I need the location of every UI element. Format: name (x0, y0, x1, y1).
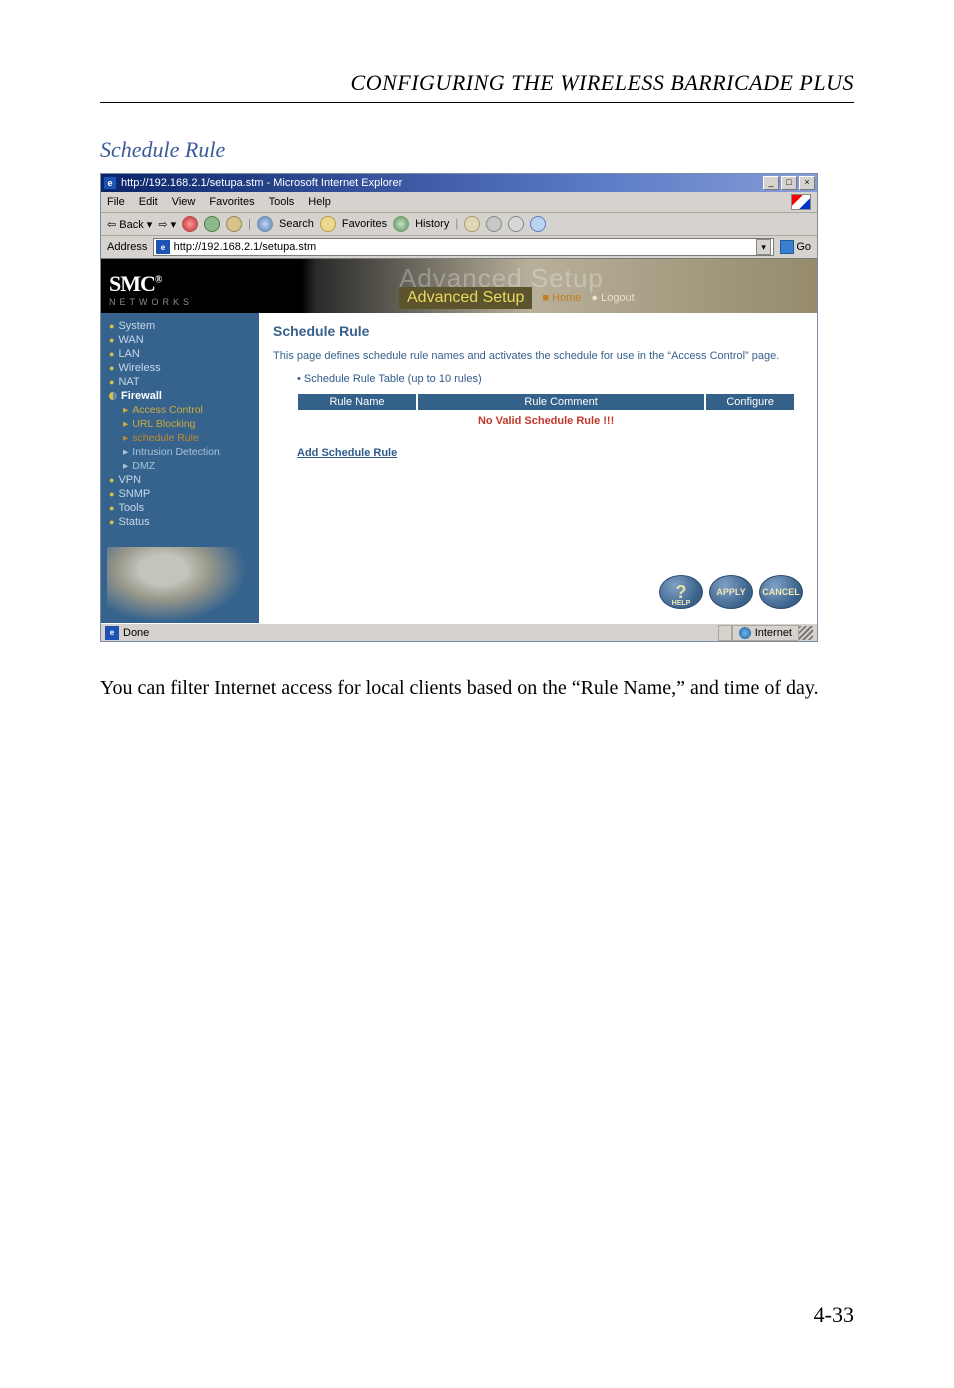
go-icon (780, 240, 794, 254)
windows-flag-icon (791, 194, 811, 210)
window-titlebar: e http://192.168.2.1/setupa.stm - Micros… (101, 174, 817, 192)
address-input[interactable] (174, 241, 756, 253)
page-number: 4-33 (814, 1302, 854, 1328)
word-icon[interactable] (530, 216, 546, 232)
sidebar-item-lan[interactable]: ●LAN (101, 347, 259, 361)
sidebar-item-tools[interactable]: ●Tools (101, 501, 259, 515)
logout-bullet-icon: ● (591, 292, 598, 304)
back-button[interactable]: ⇦ Back ▾ (107, 218, 152, 231)
document-header: CONFIGURING THE WIRELESS BARRICADE PLUS (100, 70, 854, 96)
home-link[interactable]: ■ Home (542, 292, 581, 304)
stop-icon[interactable] (182, 216, 198, 232)
address-bar: Address e ▾ Go (101, 236, 817, 259)
table-caption: • Schedule Rule Table (up to 10 rules) (297, 373, 803, 385)
menu-view[interactable]: View (172, 196, 196, 208)
done-icon: e (105, 626, 119, 640)
edit-icon[interactable] (508, 216, 524, 232)
print-icon[interactable] (486, 216, 502, 232)
history-label[interactable]: History (415, 218, 449, 230)
sidebar-item-access-control[interactable]: ▸Access Control (101, 403, 259, 417)
cancel-button[interactable]: CANCEL (759, 575, 803, 609)
apply-button[interactable]: APPLY (709, 575, 753, 609)
maximize-button[interactable]: □ (781, 176, 797, 190)
col-configure: Configure (705, 393, 795, 411)
col-rule-name: Rule Name (297, 393, 417, 411)
sidebar-item-dmz[interactable]: ▸DMZ (101, 459, 259, 473)
menu-tools[interactable]: Tools (269, 196, 295, 208)
menu-edit[interactable]: Edit (139, 196, 158, 208)
page-description: This page defines schedule rule names an… (273, 349, 803, 363)
sidebar: ●System ●WAN ●LAN ●Wireless ●NAT Firewal… (101, 313, 259, 623)
close-button[interactable]: × (799, 176, 815, 190)
refresh-icon[interactable] (204, 216, 220, 232)
sidebar-item-vpn[interactable]: ●VPN (101, 473, 259, 487)
menu-help[interactable]: Help (308, 196, 331, 208)
mail-icon[interactable] (464, 216, 480, 232)
page-banner: SMC® Networks Advanced Setup Advanced Se… (101, 259, 817, 313)
sidebar-item-url-blocking[interactable]: ▸URL Blocking (101, 417, 259, 431)
sidebar-item-wan[interactable]: ●WAN (101, 333, 259, 347)
sidebar-item-system[interactable]: ●System (101, 319, 259, 333)
status-done: Done (123, 627, 149, 639)
globe-icon (739, 627, 751, 639)
status-bar: e Done Internet (101, 623, 817, 641)
favorites-icon[interactable] (320, 216, 336, 232)
main-content: Schedule Rule This page defines schedule… (259, 313, 817, 623)
ie-page-icon: e (156, 240, 169, 254)
menu-file[interactable]: File (107, 196, 125, 208)
home-bullet-icon: ■ (542, 292, 549, 304)
sidebar-person-image (107, 547, 247, 623)
sidebar-item-snmp[interactable]: ●SNMP (101, 487, 259, 501)
help-button[interactable]: ? HELP (659, 575, 703, 609)
resize-grip-icon[interactable] (799, 626, 813, 640)
rule-table-header: Rule Name Rule Comment Configure (297, 393, 795, 411)
history-icon[interactable] (393, 216, 409, 232)
section-subheading: Schedule Rule (100, 137, 854, 163)
status-zone: Internet (732, 625, 799, 641)
half-bullet-icon (109, 392, 117, 400)
add-schedule-rule-link[interactable]: Add Schedule Rule (297, 447, 397, 459)
sidebar-item-intrusion[interactable]: ▸Intrusion Detection (101, 445, 259, 459)
sidebar-item-firewall[interactable]: Firewall (101, 389, 259, 403)
status-empty-pane (718, 625, 732, 641)
home-icon[interactable] (226, 216, 242, 232)
col-rule-comment: Rule Comment (417, 393, 705, 411)
favorites-label[interactable]: Favorites (342, 218, 387, 230)
networks-label: Networks (109, 297, 251, 307)
header-rule (100, 102, 854, 103)
go-button[interactable]: Go (780, 240, 811, 254)
menu-favorites[interactable]: Favorites (209, 196, 254, 208)
forward-button[interactable]: ⇨ ▾ (158, 218, 176, 231)
search-icon[interactable] (257, 216, 273, 232)
minimize-button[interactable]: _ (763, 176, 779, 190)
logout-link[interactable]: ● Logout (591, 292, 634, 304)
body-paragraph: You can filter Internet access for local… (100, 672, 854, 704)
toolbar: ⇦ Back ▾ ⇨ ▾ | Search Favorites History … (101, 213, 817, 236)
ie-icon: e (103, 176, 117, 190)
smc-logo: SMC® (109, 271, 251, 297)
address-label: Address (107, 241, 147, 253)
advanced-setup-badge: Advanced Setup (399, 287, 532, 309)
address-dropdown-icon[interactable]: ▾ (756, 239, 771, 255)
menu-bar: File Edit View Favorites Tools Help (101, 192, 817, 213)
address-input-wrap[interactable]: e ▾ (153, 238, 774, 256)
page-title: Schedule Rule (273, 323, 803, 339)
sidebar-item-nat[interactable]: ●NAT (101, 375, 259, 389)
browser-window: e http://192.168.2.1/setupa.stm - Micros… (100, 173, 818, 642)
sidebar-item-wireless[interactable]: ●Wireless (101, 361, 259, 375)
search-label[interactable]: Search (279, 218, 314, 230)
no-valid-message: No Valid Schedule Rule !!! (297, 411, 795, 431)
sidebar-item-schedule-rule[interactable]: ▸schedule Rule (101, 431, 259, 445)
sidebar-item-status[interactable]: ●Status (101, 515, 259, 529)
window-title: http://192.168.2.1/setupa.stm - Microsof… (121, 177, 763, 189)
